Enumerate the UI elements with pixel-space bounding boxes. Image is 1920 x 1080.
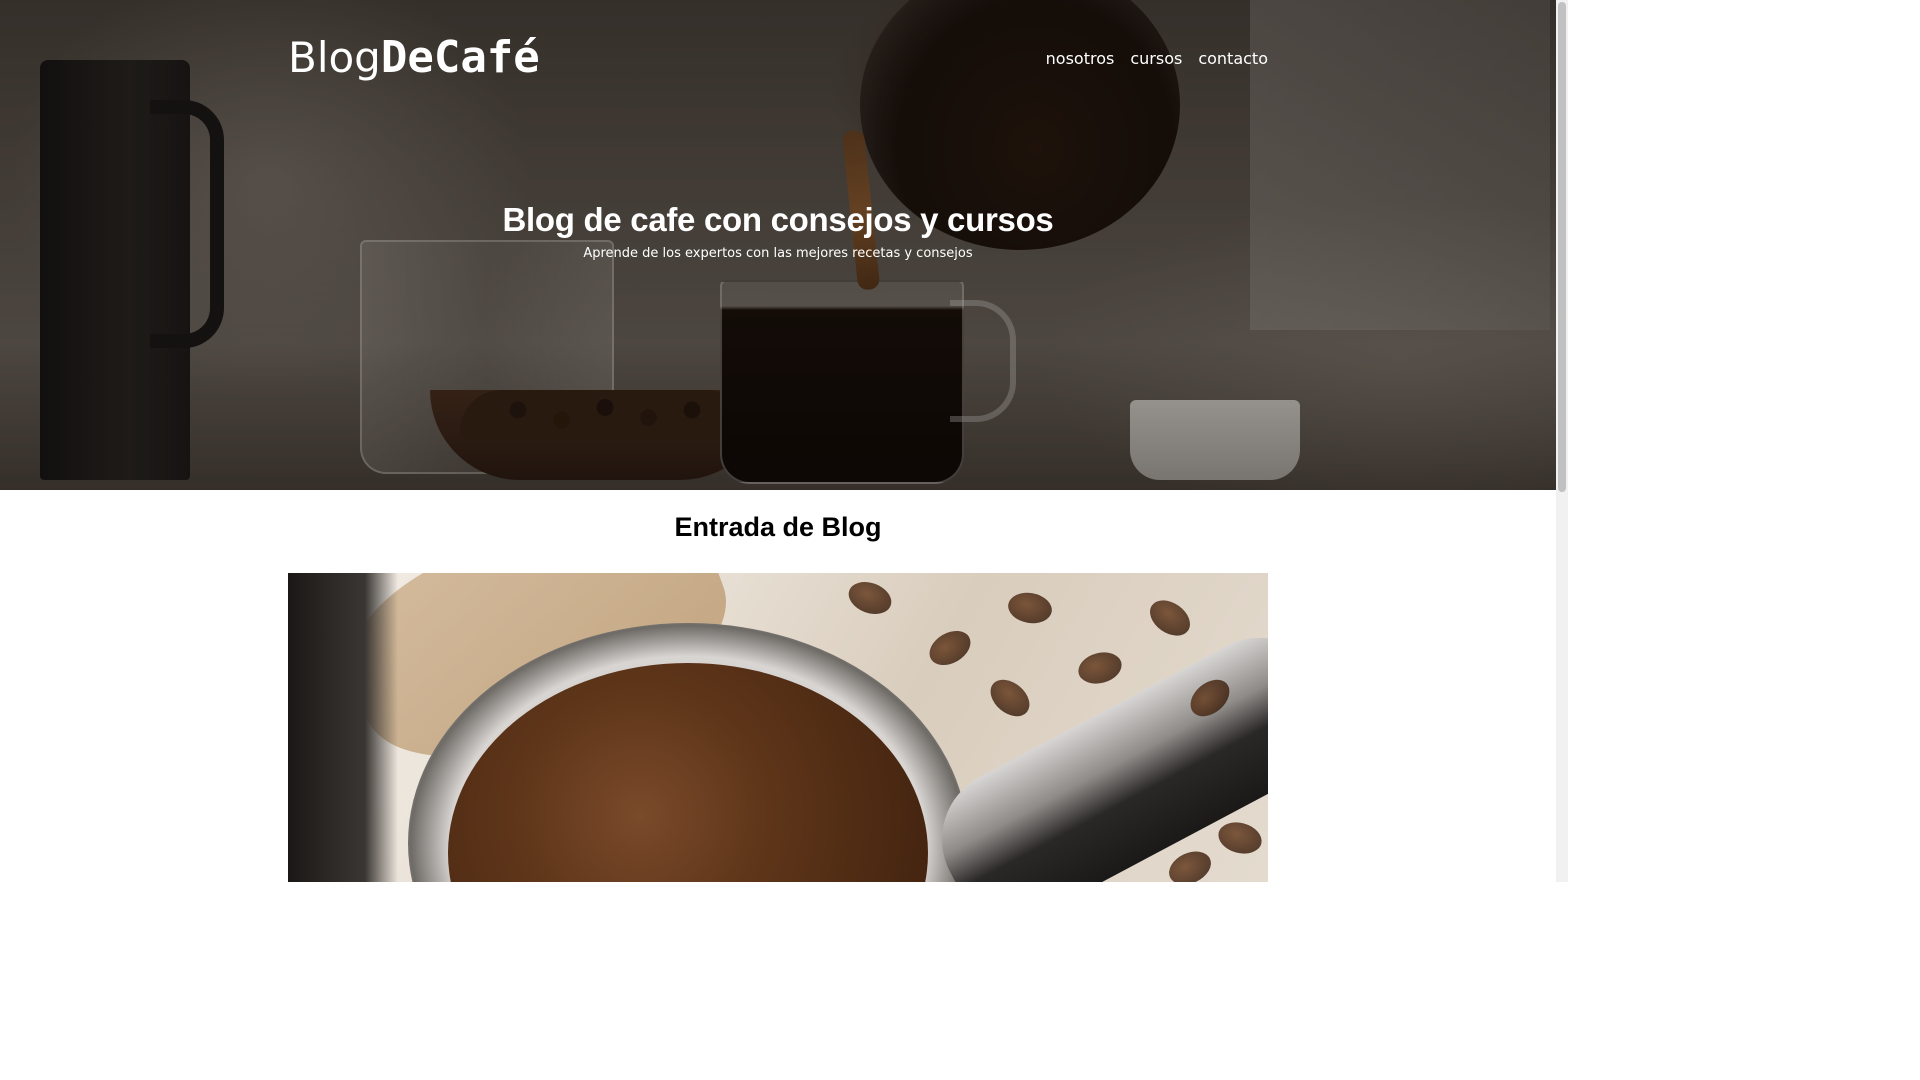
- hero-banner: Blog DeCafé nosotros cursos contacto Blog…: [0, 0, 1556, 490]
- hero-subtitle: Aprende de los expertos con las mejores …: [583, 245, 973, 261]
- image-coffee-bean: [1074, 647, 1126, 689]
- image-coffee-bean: [983, 672, 1037, 724]
- image-coffee-bean: [1005, 589, 1055, 627]
- image-coffee-bean: [844, 576, 896, 620]
- site-logo[interactable]: Blog DeCafé: [288, 36, 540, 80]
- image-coffee-bean: [1214, 817, 1266, 859]
- nav-link-contacto[interactable]: contacto: [1198, 49, 1268, 68]
- image-coffee-bean: [1143, 593, 1197, 643]
- page-scrollbar[interactable]: [1556, 0, 1568, 882]
- section-title: Entrada de Blog: [674, 512, 882, 542]
- logo-text-light: Blog: [288, 33, 381, 82]
- logo-text-bold: DeCafé: [380, 32, 540, 83]
- hero-title: Blog de cafe con consejos y cursos: [502, 201, 1054, 238]
- image-coffee-bean: [1163, 845, 1217, 882]
- image-coffee-bean: [923, 624, 977, 672]
- page: Blog DeCafé nosotros cursos contacto Blog…: [0, 0, 1568, 882]
- nav-link-nosotros[interactable]: nosotros: [1046, 49, 1115, 68]
- nav-link-cursos[interactable]: cursos: [1130, 49, 1182, 68]
- hero-text: Blog de cafe con consejos y cursos Apren…: [0, 200, 1556, 262]
- scrollbar-thumb[interactable]: [1558, 2, 1566, 492]
- image-dark-edge: [288, 573, 398, 882]
- main-nav: nosotros cursos contacto: [1046, 49, 1268, 68]
- site-header: Blog DeCafé nosotros cursos contacto: [288, 28, 1268, 88]
- blog-entry-image[interactable]: [288, 573, 1268, 882]
